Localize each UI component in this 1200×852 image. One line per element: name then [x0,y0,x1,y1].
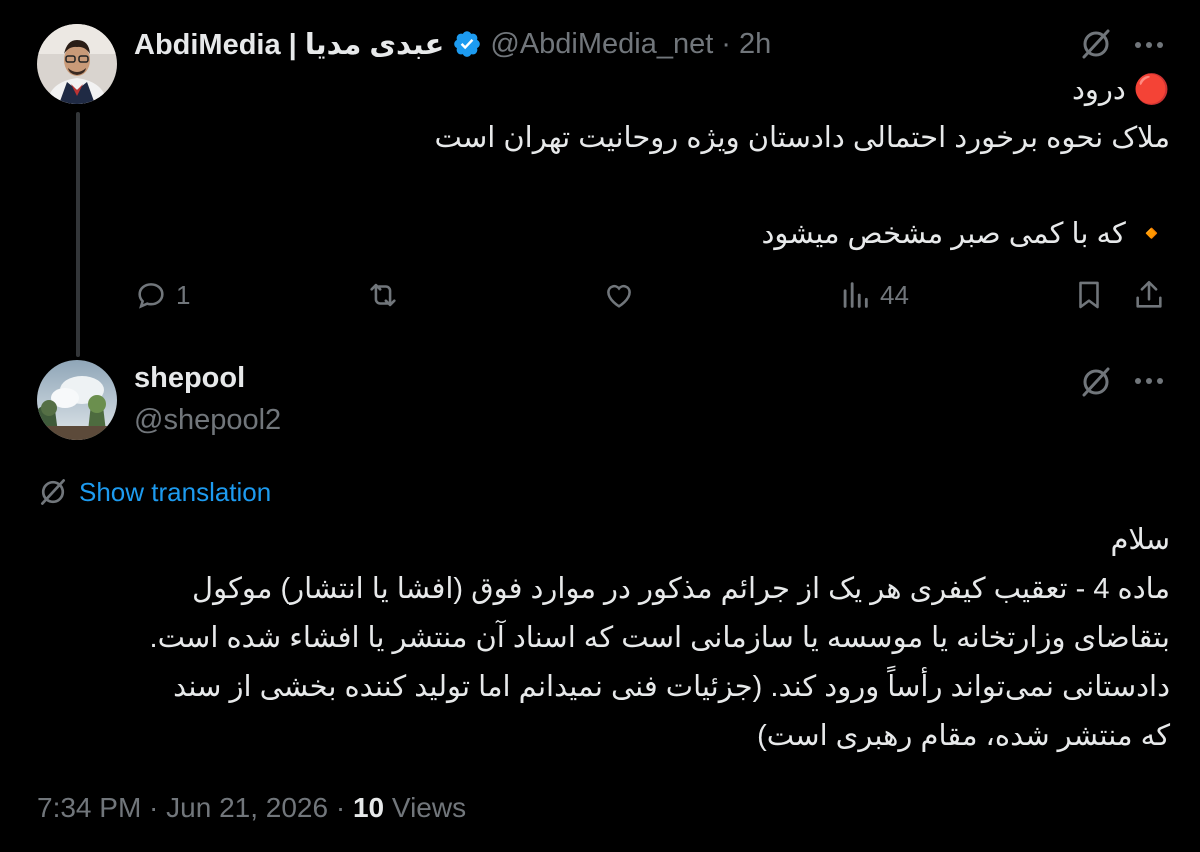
tweet-line: ملاک نحوه برخورد احتمالی دادستان ویژه رو… [434,122,1171,154]
grok-slash-icon[interactable] [1078,26,1114,67]
separator-dot: · [721,27,731,60]
share-icon [1136,280,1162,308]
retweet-button[interactable] [366,278,408,312]
tweet-line: بتقاضای وزارتخانه یا موسسه یا سازمانی اس… [149,622,1170,654]
bookmark-icon [1079,281,1099,309]
reply-icon [138,283,164,309]
avatar-image [37,24,117,104]
handle[interactable]: @shepool2 [134,404,281,437]
verified-badge-icon [452,29,482,59]
retweet-icon [370,283,396,307]
share-button[interactable] [1132,278,1166,312]
views-button[interactable]: 44 [838,278,909,312]
action-bar: 1 44 [134,276,1170,316]
views-icon [843,282,868,308]
reply-button[interactable]: 1 [134,278,190,312]
reply-text: سلام ماده 4 - تعقیب کیفری هر یک از جرائم… [37,516,1170,761]
more-icon[interactable] [1132,366,1166,401]
tweet-line: 🔸 که با کمی صبر مشخص میشود [761,218,1170,250]
more-icon[interactable] [1132,30,1166,65]
views-count: 44 [880,279,909,310]
show-translation-link[interactable]: Show translation [79,477,271,508]
bookmark-button[interactable] [1072,278,1106,312]
tweet-line: 🔴 درود [1071,74,1170,106]
tweet-time[interactable]: 2h [739,28,771,61]
display-name[interactable]: AbdiMedia | عبدی مدیا [134,27,444,62]
avatar-image [37,360,117,440]
like-button[interactable] [602,278,644,312]
views-label: Views [384,792,467,823]
avatar[interactable] [37,360,117,440]
avatar[interactable] [37,24,117,104]
handle[interactable]: @AbdiMedia_net [490,28,713,61]
tweet-line: ماده 4 - تعقیب کیفری هر یک از جرائم مذکو… [192,573,1170,605]
show-translation-row[interactable]: Show translation [37,476,271,508]
grok-slash-icon[interactable] [1078,364,1114,405]
tweet-line-empty [134,162,1170,210]
tweet-text: 🔴 درود ملاک نحوه برخورد احتمالی دادستان … [134,66,1171,258]
like-icon [607,284,631,308]
views-count: 10 [352,792,385,823]
timestamp[interactable]: 7:34 PM · Jun 21, 2026 · [37,792,353,823]
tweet-line: سلام [1110,524,1170,556]
tweet-meta: 7:34 PM · Jun 21, 2026 · 10 Views [37,792,466,824]
thread-connector [76,112,80,357]
tweet-header: AbdiMedia | عبدی مدیا @AbdiMedia_net · 2… [134,24,771,64]
translate-icon [41,479,65,505]
reply-count: 1 [176,279,191,310]
tweet-line: که منتشر شده، مقام رهبری است) [757,720,1170,752]
tweet-line: دادستانی نمی‌تواند رأساً ورود کند. (جزئی… [173,671,1170,703]
display-name[interactable]: shepool [134,362,245,395]
